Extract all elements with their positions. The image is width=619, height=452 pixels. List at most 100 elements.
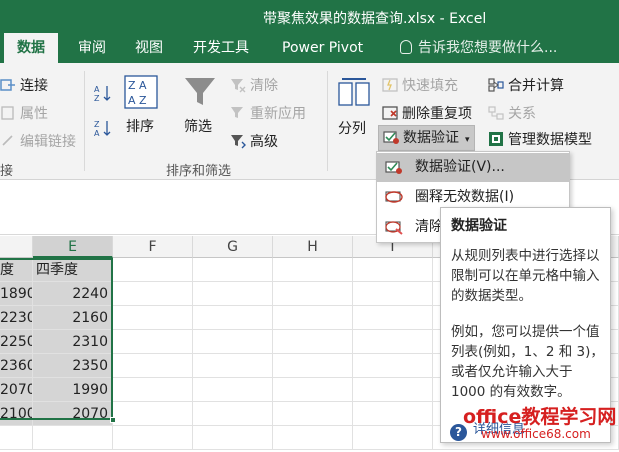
manage-data-model-button[interactable]: 管理数据模型 [488,129,592,149]
table-cell[interactable] [113,258,193,282]
flash-fill-button[interactable]: 快速填充 [382,75,458,95]
tab-power-pivot[interactable]: Power Pivot [282,33,363,63]
sort-za-icon[interactable]: ZA [93,118,113,138]
table-cell[interactable] [193,426,273,450]
circle-invalid-icon [385,191,403,203]
table-cell[interactable] [353,306,433,330]
table-cell[interactable] [273,330,353,354]
watermark-title: office教程学习网 [463,406,617,428]
sort-az-icon[interactable]: AZ [93,83,113,103]
data-model-icon [489,132,503,146]
table-cell[interactable] [273,258,353,282]
table-cell[interactable] [353,330,433,354]
tab-developer[interactable]: 开发工具 [193,33,249,63]
edit-links-icon [2,135,13,146]
table-cell[interactable] [113,402,193,426]
svg-text:A: A [94,85,100,94]
table-cell[interactable] [113,282,193,306]
properties-button[interactable]: 属性 [0,103,48,123]
tab-review[interactable]: 审阅 [78,33,106,63]
table-cell[interactable] [113,378,193,402]
tooltip-title: 数据验证 [451,218,507,234]
table-cell[interactable] [353,402,433,426]
watermark-url: www.office68.com [481,427,591,441]
column-header-d-partial[interactable] [0,236,33,258]
column-header-h[interactable]: H [273,236,353,258]
table-cell[interactable] [273,282,353,306]
sort-icon: Z A A Z [124,75,158,109]
tab-data[interactable]: 数据 [4,33,58,63]
sort-button[interactable]: Z AA Z 排序 [122,73,162,137]
table-cell[interactable] [353,426,433,450]
connections-icon [0,79,15,91]
table-cell[interactable] [113,354,193,378]
connections-button[interactable]: 连接 [0,75,48,95]
remove-duplicates-button[interactable]: 删除重复项 [382,103,472,123]
table-cell[interactable] [113,426,193,450]
table-cell[interactable] [273,402,353,426]
ribbon-tab-row: 数据 审阅 视图 开发工具 Power Pivot 告诉我您想要做什么... [0,33,619,63]
table-cell[interactable] [193,378,273,402]
tab-view[interactable]: 视图 [135,33,163,63]
svg-text:Z: Z [94,94,100,103]
consolidate-icon [488,78,504,92]
text-to-columns-button[interactable]: 分列 [334,73,374,137]
table-cell[interactable] [273,354,353,378]
table-cell[interactable] [273,306,353,330]
table-cell[interactable] [353,258,433,282]
window-title: 带聚焦效果的数据查询.xlsx - Excel [263,11,487,27]
table-cell[interactable] [193,330,273,354]
clear-filter-button[interactable]: 清除 [230,75,278,95]
tooltip-example: 例如，您可以提供一个值列表(例如，1、2 和 3)，或者仅允许输入大于 1000… [451,324,604,400]
table-cell[interactable] [33,426,113,450]
clear-filter-icon [231,79,246,93]
data-validation-icon [385,161,402,174]
table-cell[interactable] [273,378,353,402]
menu-item-data-validation[interactable]: 数据验证(V)... [377,153,569,182]
ribbon-separator [84,71,85,171]
svg-text:Z: Z [94,120,100,129]
table-cell[interactable] [193,354,273,378]
relationships-icon [488,106,504,120]
table-cell[interactable] [0,426,33,450]
lightbulb-icon [400,40,412,54]
column-header-e[interactable]: E [33,236,113,258]
remove-duplicates-icon [382,106,398,120]
table-cell[interactable] [193,258,273,282]
table-cell[interactable] [193,282,273,306]
edit-links-button[interactable]: 编辑链接 [0,131,76,151]
sort-filter-group-label: 排序和筛选 [166,164,232,179]
consolidate-button[interactable]: 合并计算 [488,75,564,95]
reapply-icon [231,107,243,118]
table-cell[interactable] [353,354,433,378]
svg-text:A: A [94,129,100,138]
svg-text:Z A: Z A [128,79,147,92]
flash-fill-icon [382,78,398,92]
filter-button[interactable]: 筛选 [180,73,220,137]
table-cell[interactable] [193,306,273,330]
table-cell[interactable] [353,282,433,306]
reapply-button[interactable]: 重新应用 [230,103,306,123]
table-cell[interactable] [193,402,273,426]
table-cell[interactable] [273,426,353,450]
properties-icon [1,106,14,120]
tell-me-text: 告诉我您想要做什么... [418,40,558,56]
column-header-f[interactable]: F [113,236,193,258]
svg-text:A Z: A Z [128,94,147,107]
tell-me-box[interactable]: 告诉我您想要做什么... [400,33,557,63]
advanced-filter-button[interactable]: 高级 [230,131,278,151]
data-validation-button[interactable]: 数据验证 ▾ [378,125,475,151]
filter-funnel-icon [185,78,215,105]
table-cell[interactable] [113,330,193,354]
title-bar: 带聚焦效果的数据查询.xlsx - Excel [0,0,619,33]
relationships-button[interactable]: 关系 [488,103,536,123]
selection-range-border [0,258,113,420]
fill-handle[interactable] [110,417,116,423]
tooltip-description: 从规则列表中进行选择以限制可以在单元格中输入的数据类型。 [451,248,600,304]
text-to-columns-icon [338,78,370,106]
column-header-g[interactable]: G [193,236,273,258]
table-cell[interactable] [353,378,433,402]
data-validation-icon [383,131,399,144]
table-cell[interactable] [113,306,193,330]
chevron-down-icon: ▾ [465,135,470,145]
